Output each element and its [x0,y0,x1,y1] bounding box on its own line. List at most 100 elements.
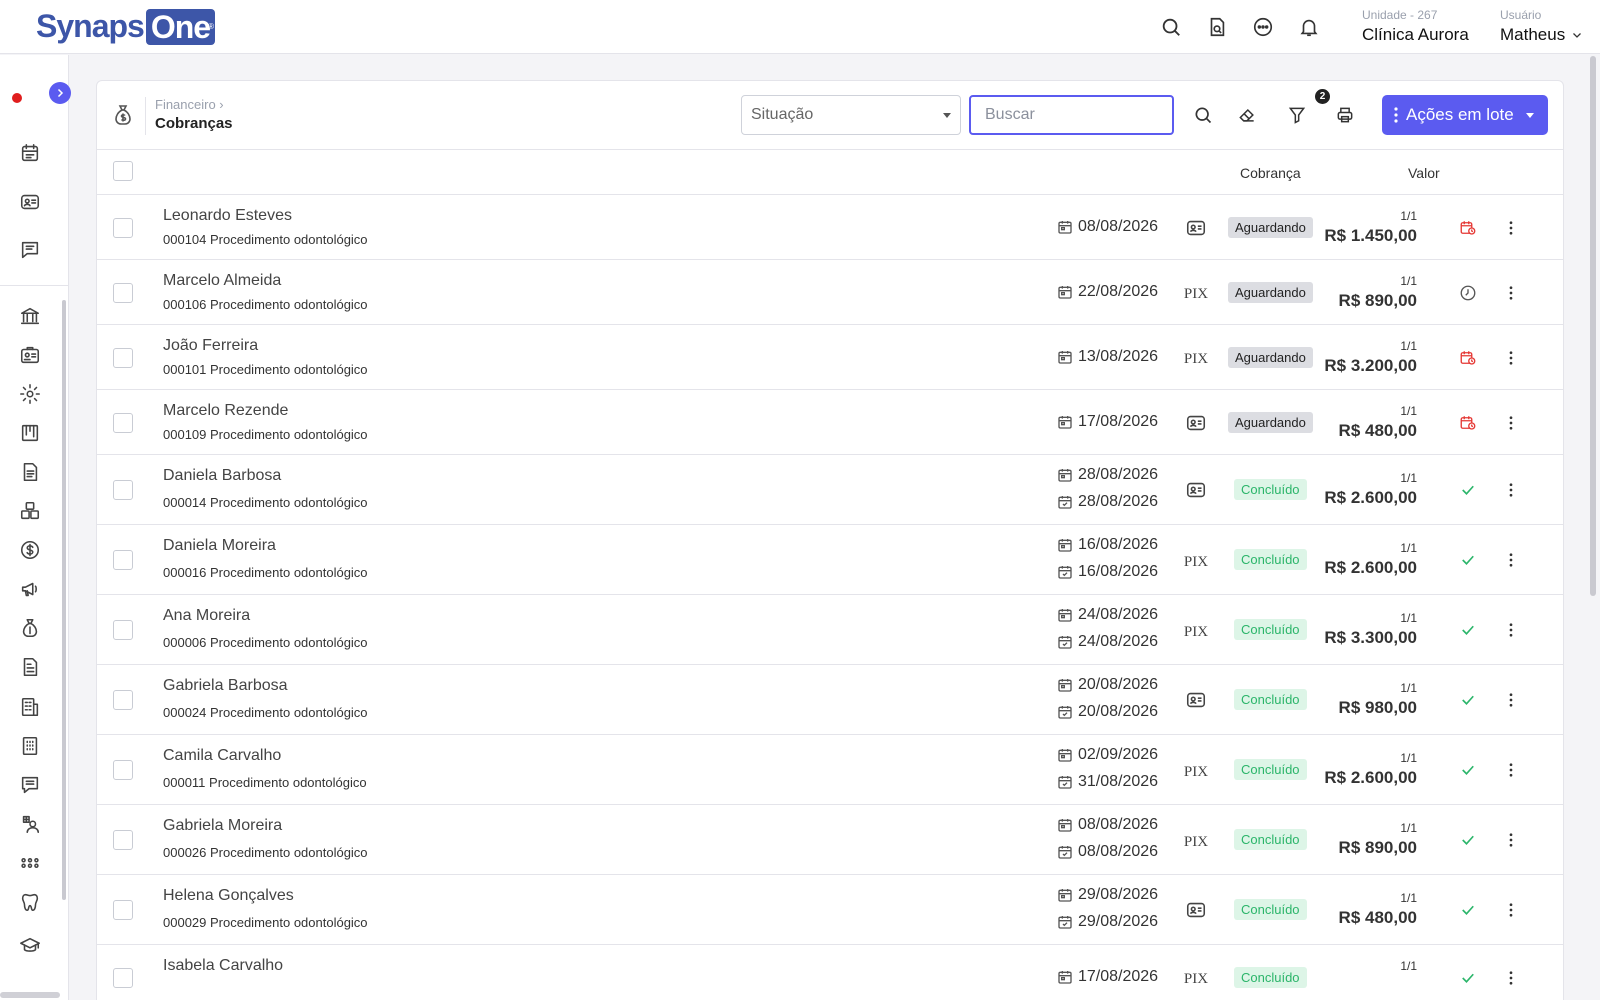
sidebar-scrollbar[interactable] [62,300,66,900]
row-checkbox[interactable] [113,347,133,368]
table-row[interactable]: Ana Moreira 000006 Procedimento odontológ… [97,595,1563,665]
row-menu-icon[interactable] [1502,284,1520,302]
row-menu-icon[interactable] [1502,621,1520,639]
boxes-icon[interactable] [19,500,41,522]
row-menu-icon[interactable] [1502,219,1520,237]
row-menu-icon[interactable] [1502,901,1520,919]
row-checkbox[interactable] [113,620,133,640]
status-badge: Concluído [1234,829,1307,850]
id-card-icon[interactable] [19,191,41,213]
calendar-check-icon [1057,564,1073,580]
search-icon[interactable] [1160,16,1182,38]
row-menu-icon[interactable] [1502,551,1520,569]
dollar-icon[interactable] [19,539,41,561]
calendar-icon [1057,887,1073,903]
row-checkbox[interactable] [113,412,133,433]
row-checkbox[interactable] [113,760,133,780]
eraser-icon[interactable] [1237,105,1259,127]
row-menu-icon[interactable] [1502,691,1520,709]
bank-icon[interactable] [19,305,41,327]
user-value-wrap: Matheus [1500,25,1583,45]
patient-name[interactable]: Marcelo Almeida [163,272,281,290]
expand-sidebar-button[interactable] [49,82,71,104]
table-row[interactable]: Camila Carvalho 000011 Procedimento odont… [97,735,1563,805]
tooth-icon[interactable] [19,891,41,913]
medical-user-icon[interactable] [19,813,41,835]
breadcrumb: Financeiro › Cobranças [155,97,233,132]
row-menu-icon[interactable] [1502,414,1520,432]
printer-icon[interactable] [1335,105,1357,127]
filter-icon[interactable] [1287,105,1309,127]
patient-name[interactable]: Daniela Barbosa [163,467,281,485]
patient-name[interactable]: Marcelo Rezende [163,402,288,420]
installment-count: 1/1 [1400,891,1417,905]
megaphone-icon[interactable] [19,578,41,600]
kanban-icon[interactable] [19,422,41,444]
building-alt-icon[interactable] [19,735,41,757]
app-logo[interactable]: Synaps One ® [36,8,216,45]
chat-icon[interactable] [19,239,41,261]
bulk-actions-button[interactable]: Ações em lote [1382,95,1548,135]
column-header-charge[interactable]: Cobrança [1240,165,1301,181]
status-badge: Aguardando [1228,281,1313,303]
table-row[interactable]: João Ferreira 000101 Procedimento odontol… [97,325,1563,390]
table-row[interactable]: Gabriela Moreira 000026 Procedimento odon… [97,805,1563,875]
row-checkbox[interactable] [113,282,133,303]
search-icon[interactable] [1193,105,1215,127]
table-row[interactable]: Marcelo Rezende 000109 Procedimento odont… [97,390,1563,455]
table-row[interactable]: Leonardo Esteves 000104 Procedimento odon… [97,195,1563,260]
row-menu-icon[interactable] [1502,969,1520,987]
row-checkbox[interactable] [113,690,133,710]
table-row[interactable]: Daniela Moreira 000016 Procedimento odont… [97,525,1563,595]
patient-name[interactable]: Daniela Moreira [163,537,276,555]
graduation-cap-icon[interactable] [19,935,41,957]
horizontal-scrollbar[interactable] [0,992,60,998]
gear-icon[interactable] [19,383,41,405]
calendar-check-icon [1057,634,1073,650]
row-checkbox[interactable] [113,550,133,570]
calendar-icon[interactable] [19,142,41,164]
search-input[interactable] [969,95,1174,135]
badge-icon[interactable] [19,344,41,366]
table-row[interactable]: Daniela Barbosa 000014 Procedimento odont… [97,455,1563,525]
row-checkbox[interactable] [113,900,133,920]
chat-bubble-icon[interactable] [1252,16,1274,38]
row-menu-icon[interactable] [1502,481,1520,499]
table-row[interactable]: Marcelo Almeida 000106 Procedimento odont… [97,260,1563,325]
money-bag-icon[interactable] [19,617,41,639]
patient-name[interactable]: João Ferreira [163,337,258,355]
row-checkbox[interactable] [113,480,133,500]
patient-name[interactable]: Camila Carvalho [163,747,281,765]
table-row[interactable]: Gabriela Barbosa 000024 Procedimento odon… [97,665,1563,735]
patient-name[interactable]: Gabriela Moreira [163,817,282,835]
row-menu-icon[interactable] [1502,761,1520,779]
patient-name[interactable]: Gabriela Barbosa [163,677,288,695]
breadcrumb-parent[interactable]: Financeiro › [155,97,233,112]
patient-name[interactable]: Leonardo Esteves [163,207,292,225]
charge-description: 000106 Procedimento odontológico [163,297,368,312]
status-badge: Concluído [1234,479,1307,500]
document-search-icon[interactable] [1206,16,1228,38]
patient-name[interactable]: Isabela Carvalho [163,957,283,975]
row-menu-icon[interactable] [1502,831,1520,849]
apps-grid-icon[interactable] [19,852,41,874]
building-icon[interactable] [19,696,41,718]
bell-icon[interactable] [1298,16,1320,38]
patient-name[interactable]: Helena Gonçalves [163,887,294,905]
report-icon[interactable] [19,656,41,678]
document-icon[interactable] [19,461,41,483]
select-all-checkbox[interactable] [113,161,133,181]
row-menu-icon[interactable] [1502,349,1520,367]
patient-name[interactable]: Ana Moreira [163,607,250,625]
row-checkbox[interactable] [113,217,133,238]
page-scrollbar[interactable] [1590,56,1596,596]
table-row[interactable]: Isabela Carvalho 17/08/2026 PIX Concluído 1/… [97,945,1563,1000]
table-row[interactable]: Helena Gonçalves 000029 Procedimento odon… [97,875,1563,945]
unit-selector[interactable]: Unidade - 267 Clínica Aurora [1362,8,1469,45]
row-checkbox[interactable] [113,967,133,988]
row-checkbox[interactable] [113,830,133,850]
user-menu[interactable]: Usuário Matheus [1500,8,1583,45]
status-select[interactable]: Situação [741,95,961,135]
column-header-value[interactable]: Valor [1408,165,1440,181]
message-icon[interactable] [19,774,41,796]
